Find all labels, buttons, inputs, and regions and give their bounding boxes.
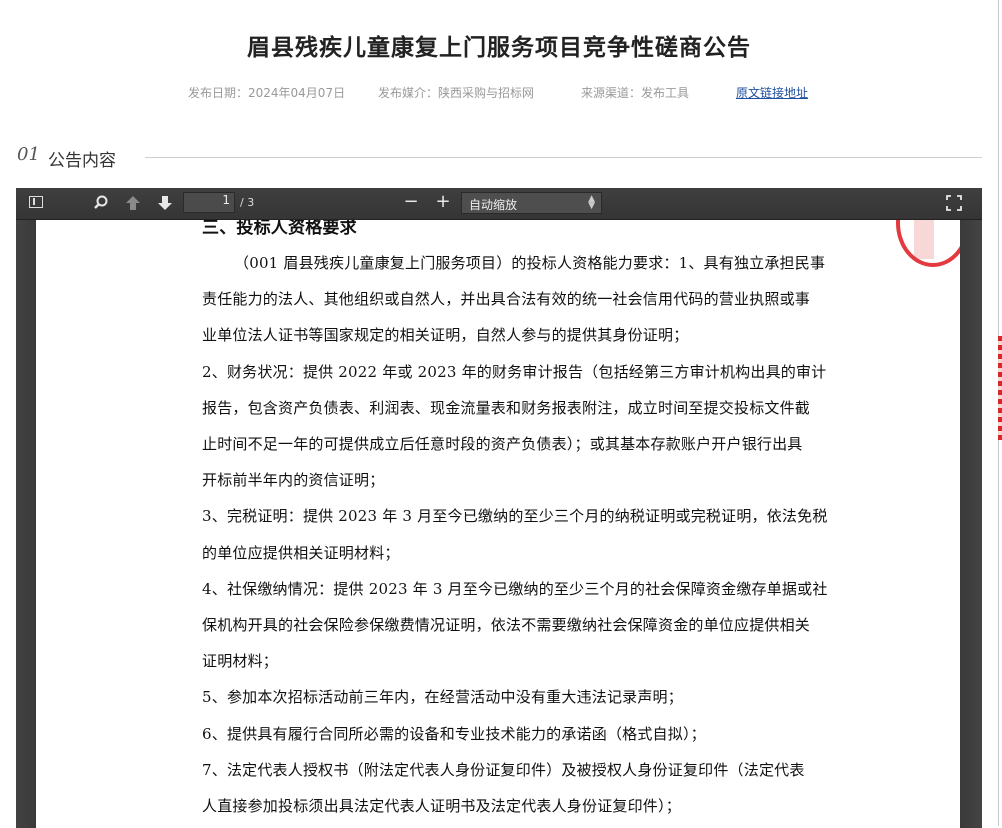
- pdf-text-line: 责任能力的法人、其他组织或自然人，并出具合法有效的统一社会信用代码的营业执照或事: [202, 290, 811, 309]
- sidebar-toggle-icon[interactable]: [29, 196, 43, 208]
- viewer-gutter-right: [960, 219, 982, 828]
- pdf-text-line: 7、法定代表人授权书（附法定代表人身份证复印件）及被授权人身份证复印件（法定代表: [202, 760, 805, 779]
- pdf-text-line: 业单位法人证书等国家规定的相关证明，自然人参与的提供其身份证明；: [202, 326, 689, 345]
- publish-date: 发布日期：2024年04月07日: [188, 86, 346, 100]
- original-link[interactable]: 原文链接地址: [736, 84, 808, 101]
- magnifier-icon[interactable]: [92, 194, 110, 212]
- arrow-up-icon[interactable]: [124, 194, 142, 212]
- zoom-in-button[interactable]: +: [434, 193, 452, 212]
- section-divider: [145, 157, 982, 158]
- pdf-text-line: 5、参加本次招标活动前三年内，在经营活动中没有重大违法记录声明；: [202, 688, 683, 707]
- pdf-text-line: 保机构开具的社会保险参保缴费情况证明，依法不需要缴纳社会保障资金的单位应提供相关: [202, 616, 811, 634]
- pdf-text-line: （001 眉县残疾儿童康复上门服务项目）的投标人资格能力要求：1、具有独立承担民…: [234, 254, 826, 272]
- pdf-text-line: 6、提供具有履行合同所必需的设备和专业技术能力的承诺函（格式自拟）；: [202, 724, 706, 743]
- zoom-select-value: 自动缩放: [469, 198, 518, 212]
- pdf-text-line: 2、财务状况：提供 2022 年或 2023 年的财务审计报告（包括经第三方审计…: [202, 362, 827, 381]
- zoom-out-button[interactable]: −: [402, 193, 420, 212]
- fullscreen-icon[interactable]: [946, 195, 962, 211]
- side-decoration: [998, 336, 1002, 440]
- page-title: 眉县残疾儿童康复上门服务项目竞争性磋商公告: [247, 35, 751, 61]
- pdf-toolbar: 1 / 3 − + 自动缩放 ▲ ▼: [16, 188, 982, 220]
- seal-stamp: [896, 219, 960, 267]
- pdf-text-line: 4、社保缴纳情况：提供 2023 年 3 月至今已缴纳的至少三个月的社会保障资金…: [202, 579, 828, 598]
- chevron-updown-icon: ▲ ▼: [588, 194, 595, 211]
- section-title: 公告内容: [48, 151, 116, 171]
- pdf-text-line: 的单位应提供相关证明材料；: [202, 543, 400, 562]
- pdf-text-line: 报告，包含资产负债表、利润表、现金流量表和财务报表附注，成立时间至提交投标文件截: [202, 398, 811, 417]
- page-total: / 3: [240, 196, 255, 209]
- pdf-text-line: 证明材料；: [202, 652, 279, 671]
- zoom-select[interactable]: 自动缩放 ▲ ▼: [461, 192, 602, 214]
- pdf-text-line: 3、完税证明：提供 2023 年 3 月至今已缴纳的至少三个月的纳税证明或完税证…: [202, 507, 828, 526]
- pdf-heading: 三、投标人资格要求: [202, 219, 357, 238]
- viewer-gutter-left: [16, 219, 36, 828]
- pdf-viewer: 三、投标人资格要求 （001 眉县残疾儿童康复上门服务项目）的投标人资格能力要求…: [16, 188, 982, 828]
- arrow-down-icon[interactable]: [156, 194, 174, 212]
- pdf-page[interactable]: 三、投标人资格要求 （001 眉县残疾儿童康复上门服务项目）的投标人资格能力要求…: [36, 219, 960, 828]
- section-number: 01: [17, 144, 40, 165]
- publish-media: 发布媒介：陕西采购与招标网: [378, 86, 535, 100]
- pdf-text-line: 人直接参加投标须出具法定代表人证明书及法定代表人身份证复印件）；: [202, 797, 681, 815]
- pdf-text-line: 开标前半年内的资信证明；: [202, 471, 385, 490]
- pdf-text-line: 止时间不足一年的可提供成立后任意时段的资产负债表）；或其基本存款账户开户银行出具: [202, 435, 803, 453]
- page-number-input[interactable]: 1: [183, 192, 235, 213]
- source-channel: 来源渠道：发布工具: [581, 86, 690, 100]
